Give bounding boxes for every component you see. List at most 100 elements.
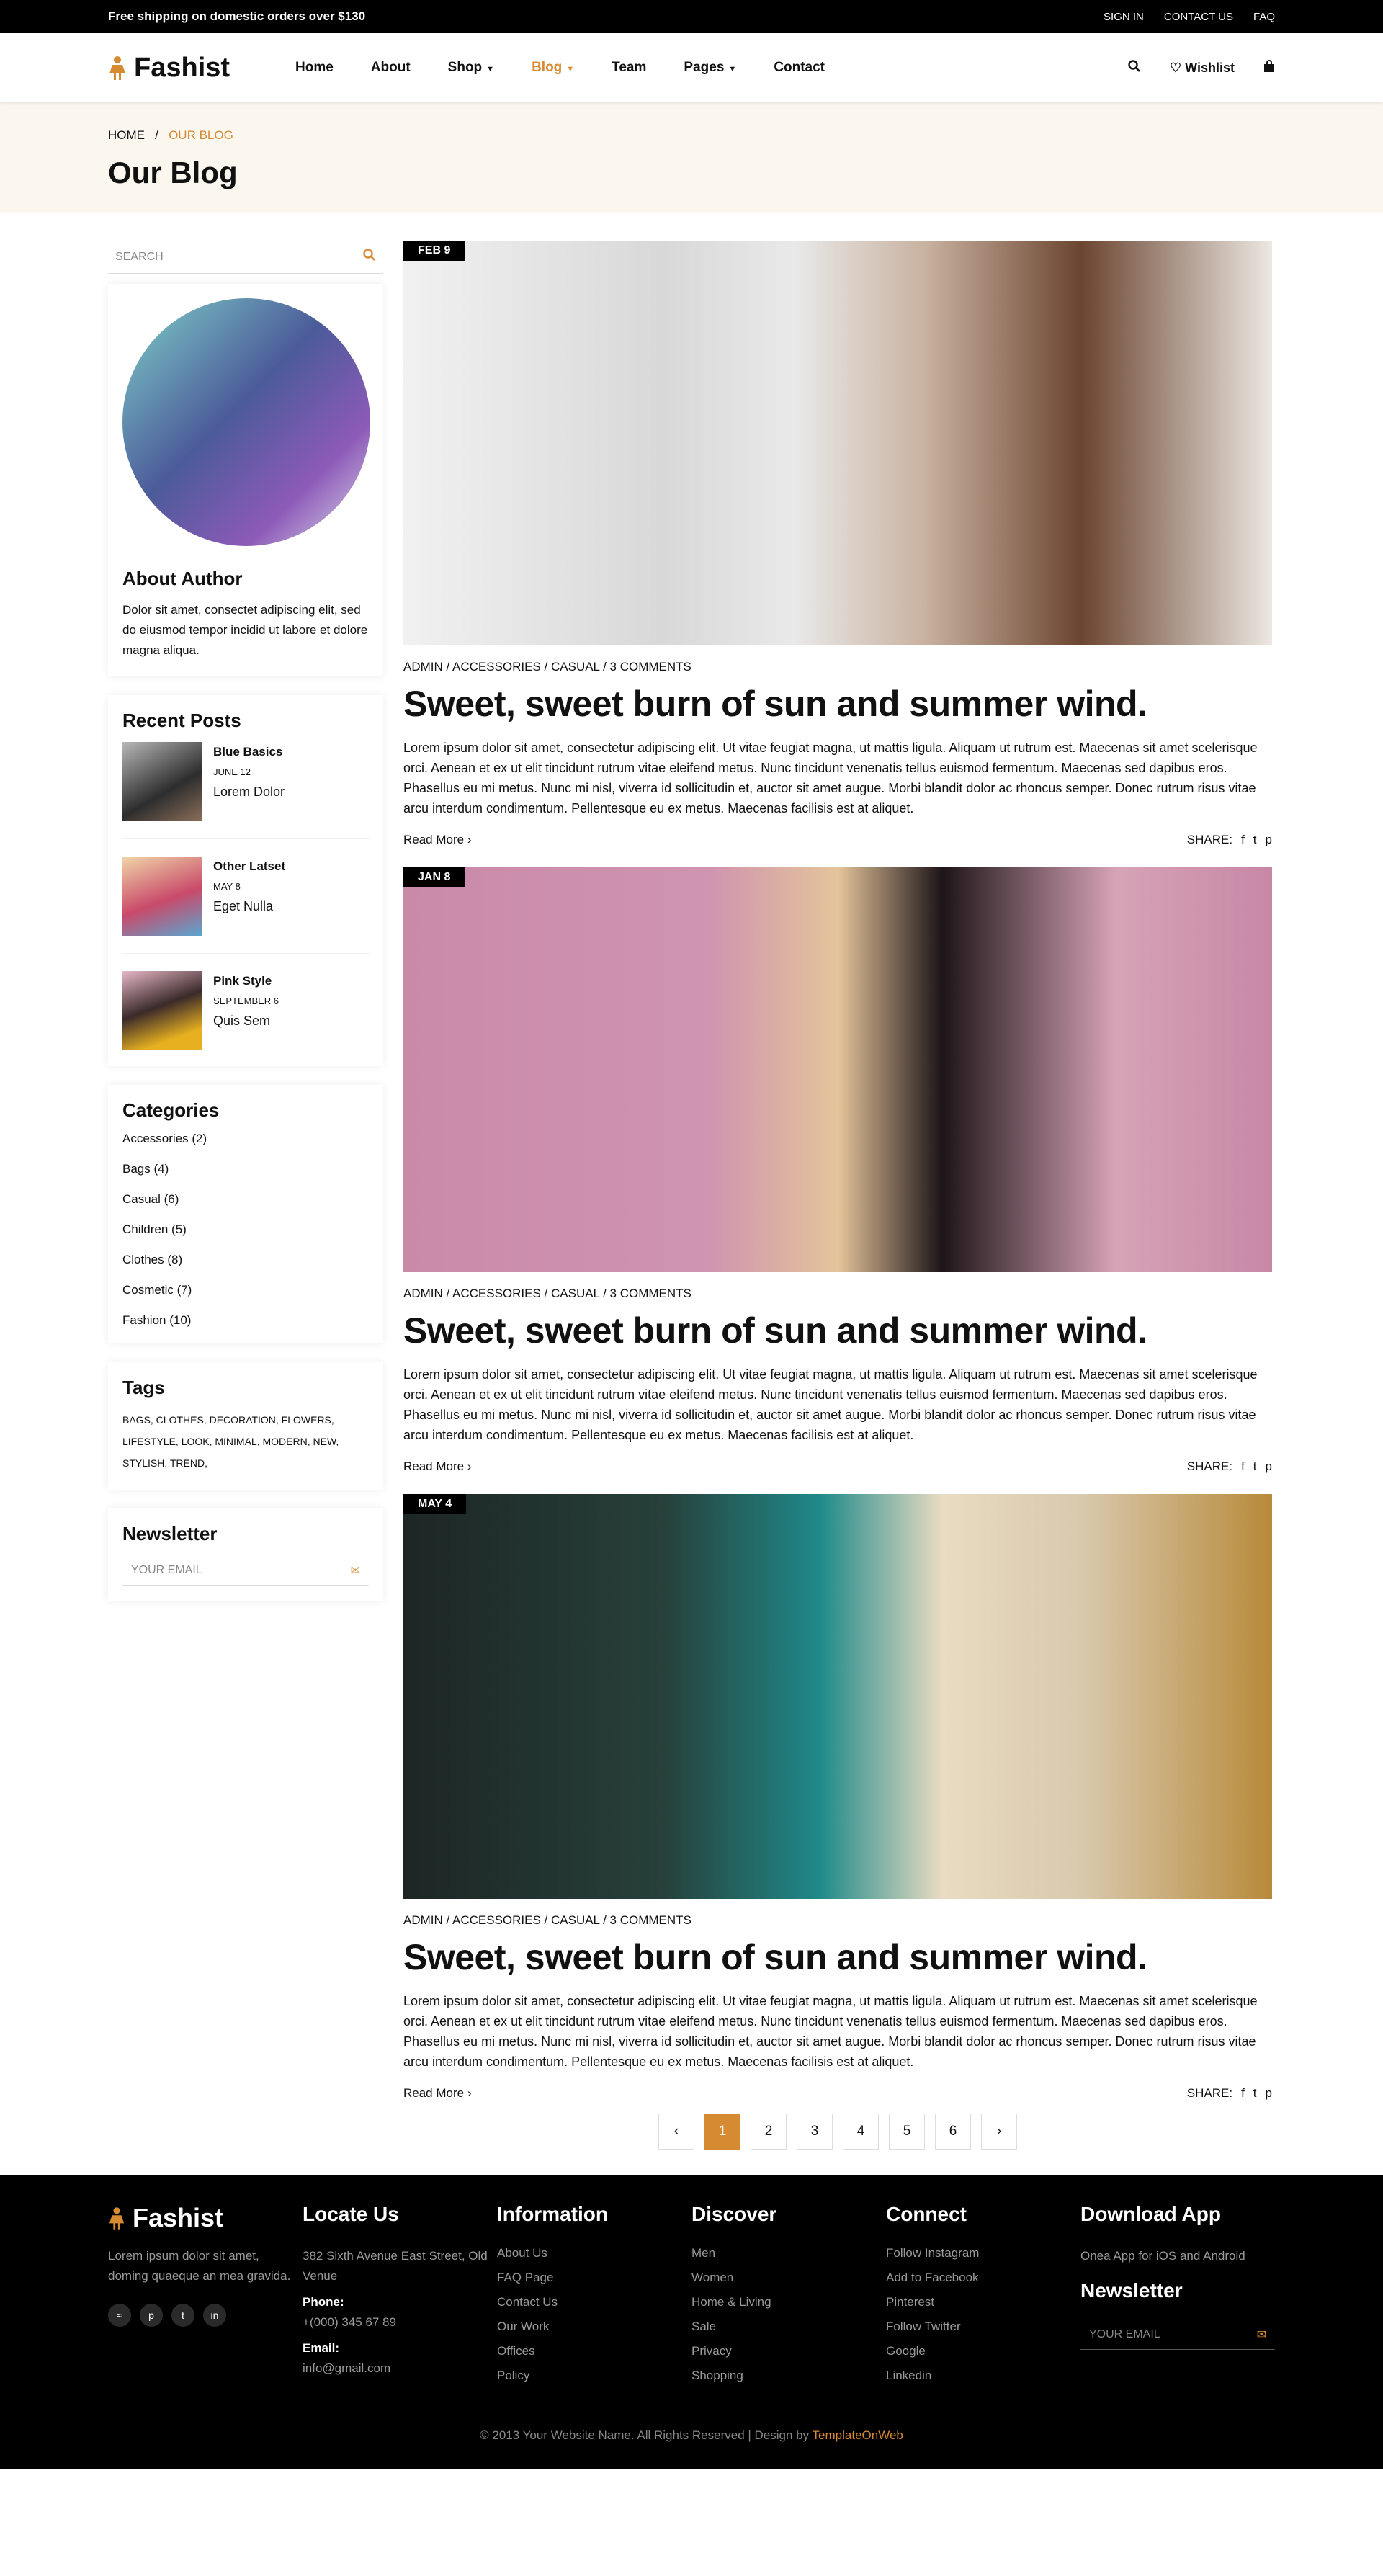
post-meta[interactable]: ADMIN / ACCESSORIES / CASUAL / 3 COMMENT… xyxy=(403,660,1272,674)
page-button[interactable]: 5 xyxy=(889,2114,925,2150)
search-box[interactable]: SEARCH xyxy=(108,241,383,274)
twitter-icon[interactable]: t xyxy=(1253,1459,1257,1474)
post-meta[interactable]: ADMIN / ACCESSORIES / CASUAL / 3 COMMENT… xyxy=(403,1913,1272,1928)
facebook-icon[interactable]: f xyxy=(1241,2086,1245,2101)
footer-link[interactable]: Add to Facebook xyxy=(886,2271,1080,2285)
post-image[interactable]: MAY 4 xyxy=(403,1494,1272,1899)
category-link[interactable]: Fashion (10) xyxy=(122,1313,369,1328)
page-header: HOME / OUR BLOG Our Blog xyxy=(0,102,1383,213)
nav-home[interactable]: Home xyxy=(295,60,334,76)
post-meta[interactable]: ADMIN / ACCESSORIES / CASUAL / 3 COMMENT… xyxy=(403,1287,1272,1301)
pinterest-icon[interactable]: p xyxy=(1266,833,1272,847)
prev-page-button[interactable]: ‹ xyxy=(658,2114,694,2150)
cart-icon[interactable] xyxy=(1263,59,1275,76)
wishlist-link[interactable]: ♡ Wishlist xyxy=(1170,61,1235,76)
nav-team[interactable]: Team xyxy=(612,60,646,76)
designer-link[interactable]: TemplateOnWeb xyxy=(813,2428,903,2442)
post-title[interactable]: Sweet, sweet burn of sun and summer wind… xyxy=(403,1936,1272,1978)
footer-link[interactable]: Shopping xyxy=(692,2369,886,2383)
recent-post[interactable]: Blue Basics JUNE 12 Lorem Dolor xyxy=(122,742,369,839)
post-image[interactable]: FEB 9 xyxy=(403,241,1272,645)
next-page-button[interactable]: › xyxy=(981,2114,1017,2150)
footer-link[interactable]: Follow Twitter xyxy=(886,2320,1080,2334)
newsletter-form[interactable]: YOUR EMAIL ✉ xyxy=(122,1555,369,1586)
breadcrumb-home[interactable]: HOME xyxy=(108,128,145,142)
category-link[interactable]: Accessories (2) xyxy=(122,1132,369,1146)
footer-link[interactable]: Men xyxy=(692,2246,886,2260)
read-more-link[interactable]: Read More › xyxy=(403,2086,472,2101)
footer-link[interactable]: Follow Instagram xyxy=(886,2246,1080,2260)
recent-post[interactable]: Pink Style SEPTEMBER 6 Quis Sem xyxy=(122,971,369,1050)
read-more-link[interactable]: Read More › xyxy=(403,1459,472,1474)
chevron-down-icon: ▼ xyxy=(566,65,575,73)
footer-link[interactable]: Privacy xyxy=(692,2344,886,2358)
post-title[interactable]: Sweet, sweet burn of sun and summer wind… xyxy=(403,683,1272,725)
footer-email[interactable]: info@gmail.com xyxy=(303,2358,497,2379)
footer-link[interactable]: Women xyxy=(692,2271,886,2285)
envelope-icon[interactable]: ✉ xyxy=(1257,2327,1266,2342)
twitter-icon[interactable]: t xyxy=(1253,2086,1257,2101)
pinterest-icon[interactable]: p xyxy=(1266,2086,1272,2101)
twitter-icon[interactable]: t xyxy=(171,2304,194,2327)
email-label: Email: xyxy=(303,2341,340,2355)
recent-post-title[interactable]: Pink Style xyxy=(213,974,279,988)
page-button[interactable]: 1 xyxy=(704,2114,740,2150)
pinterest-icon[interactable]: p xyxy=(140,2304,163,2327)
facebook-icon[interactable]: f xyxy=(1241,1459,1245,1474)
tag-list[interactable]: BAGS, CLOTHES, DECORATION, FLOWERS, LIFE… xyxy=(122,1409,369,1474)
recent-post-thumbnail[interactable] xyxy=(122,857,202,936)
page-button[interactable]: 3 xyxy=(797,2114,833,2150)
footer-link[interactable]: Linkedin xyxy=(886,2369,1080,2383)
footer-phone[interactable]: +(000) 345 67 89 xyxy=(303,2312,497,2333)
category-link[interactable]: Clothes (8) xyxy=(122,1253,369,1267)
email-field[interactable]: YOUR EMAIL xyxy=(1089,2328,1160,2341)
category-link[interactable]: Bags (4) xyxy=(122,1162,369,1176)
search-icon[interactable] xyxy=(1128,59,1141,76)
footer-link[interactable]: Pinterest xyxy=(886,2295,1080,2309)
footer-link[interactable]: Our Work xyxy=(497,2320,692,2334)
footer-link[interactable]: FAQ Page xyxy=(497,2271,692,2285)
page-button[interactable]: 4 xyxy=(843,2114,879,2150)
footer-link[interactable]: Contact Us xyxy=(497,2295,692,2309)
recent-post-title[interactable]: Blue Basics xyxy=(213,745,285,759)
faq-link[interactable]: FAQ xyxy=(1253,11,1275,23)
recent-post-thumbnail[interactable] xyxy=(122,971,202,1050)
sign-in-link[interactable]: SIGN IN xyxy=(1104,11,1144,23)
nav-shop[interactable]: Shop ▼ xyxy=(448,60,494,76)
rss-icon[interactable]: ≈ xyxy=(108,2304,131,2327)
twitter-icon[interactable]: t xyxy=(1253,833,1257,847)
recent-post-thumbnail[interactable] xyxy=(122,742,202,821)
category-link[interactable]: Casual (6) xyxy=(122,1192,369,1207)
footer-link[interactable]: About Us xyxy=(497,2246,692,2260)
recent-post[interactable]: Other Latset MAY 8 Eget Nulla xyxy=(122,857,369,954)
nav-pages[interactable]: Pages ▼ xyxy=(684,60,736,76)
contact-us-link[interactable]: CONTACT US xyxy=(1164,11,1233,23)
nav-about[interactable]: About xyxy=(371,60,411,76)
nav-contact[interactable]: Contact xyxy=(774,60,825,76)
search-icon[interactable] xyxy=(363,249,376,265)
category-link[interactable]: Cosmetic (7) xyxy=(122,1283,369,1297)
page-button[interactable]: 2 xyxy=(751,2114,787,2150)
search-input[interactable]: SEARCH xyxy=(115,251,164,264)
post-title[interactable]: Sweet, sweet burn of sun and summer wind… xyxy=(403,1310,1272,1351)
footer-link[interactable]: Sale xyxy=(692,2320,886,2334)
read-more-link[interactable]: Read More › xyxy=(403,833,472,847)
footer-link[interactable]: Policy xyxy=(497,2369,692,2383)
email-field[interactable]: YOUR EMAIL xyxy=(131,1564,202,1577)
footer-link[interactable]: Home & Living xyxy=(692,2295,886,2309)
category-link[interactable]: Children (5) xyxy=(122,1222,369,1237)
footer-logo[interactable]: Fashist xyxy=(108,2203,303,2233)
post-image[interactable]: JAN 8 xyxy=(403,867,1272,1272)
nav-blog[interactable]: Blog ▼ xyxy=(532,60,574,76)
logo[interactable]: Fashist xyxy=(108,53,295,84)
recent-post-title[interactable]: Other Latset xyxy=(213,859,285,874)
envelope-icon[interactable]: ✉ xyxy=(351,1563,360,1578)
footer-link[interactable]: Offices xyxy=(497,2344,692,2358)
facebook-icon[interactable]: f xyxy=(1241,833,1245,847)
page-button[interactable]: 6 xyxy=(935,2114,971,2150)
pinterest-icon[interactable]: p xyxy=(1266,1459,1272,1474)
app-text: Onea App for iOS and Android xyxy=(1080,2249,1245,2263)
footer-link[interactable]: Google xyxy=(886,2344,1080,2358)
footer-newsletter-form[interactable]: YOUR EMAIL ✉ xyxy=(1080,2320,1275,2350)
linkedin-icon[interactable]: in xyxy=(203,2304,226,2327)
